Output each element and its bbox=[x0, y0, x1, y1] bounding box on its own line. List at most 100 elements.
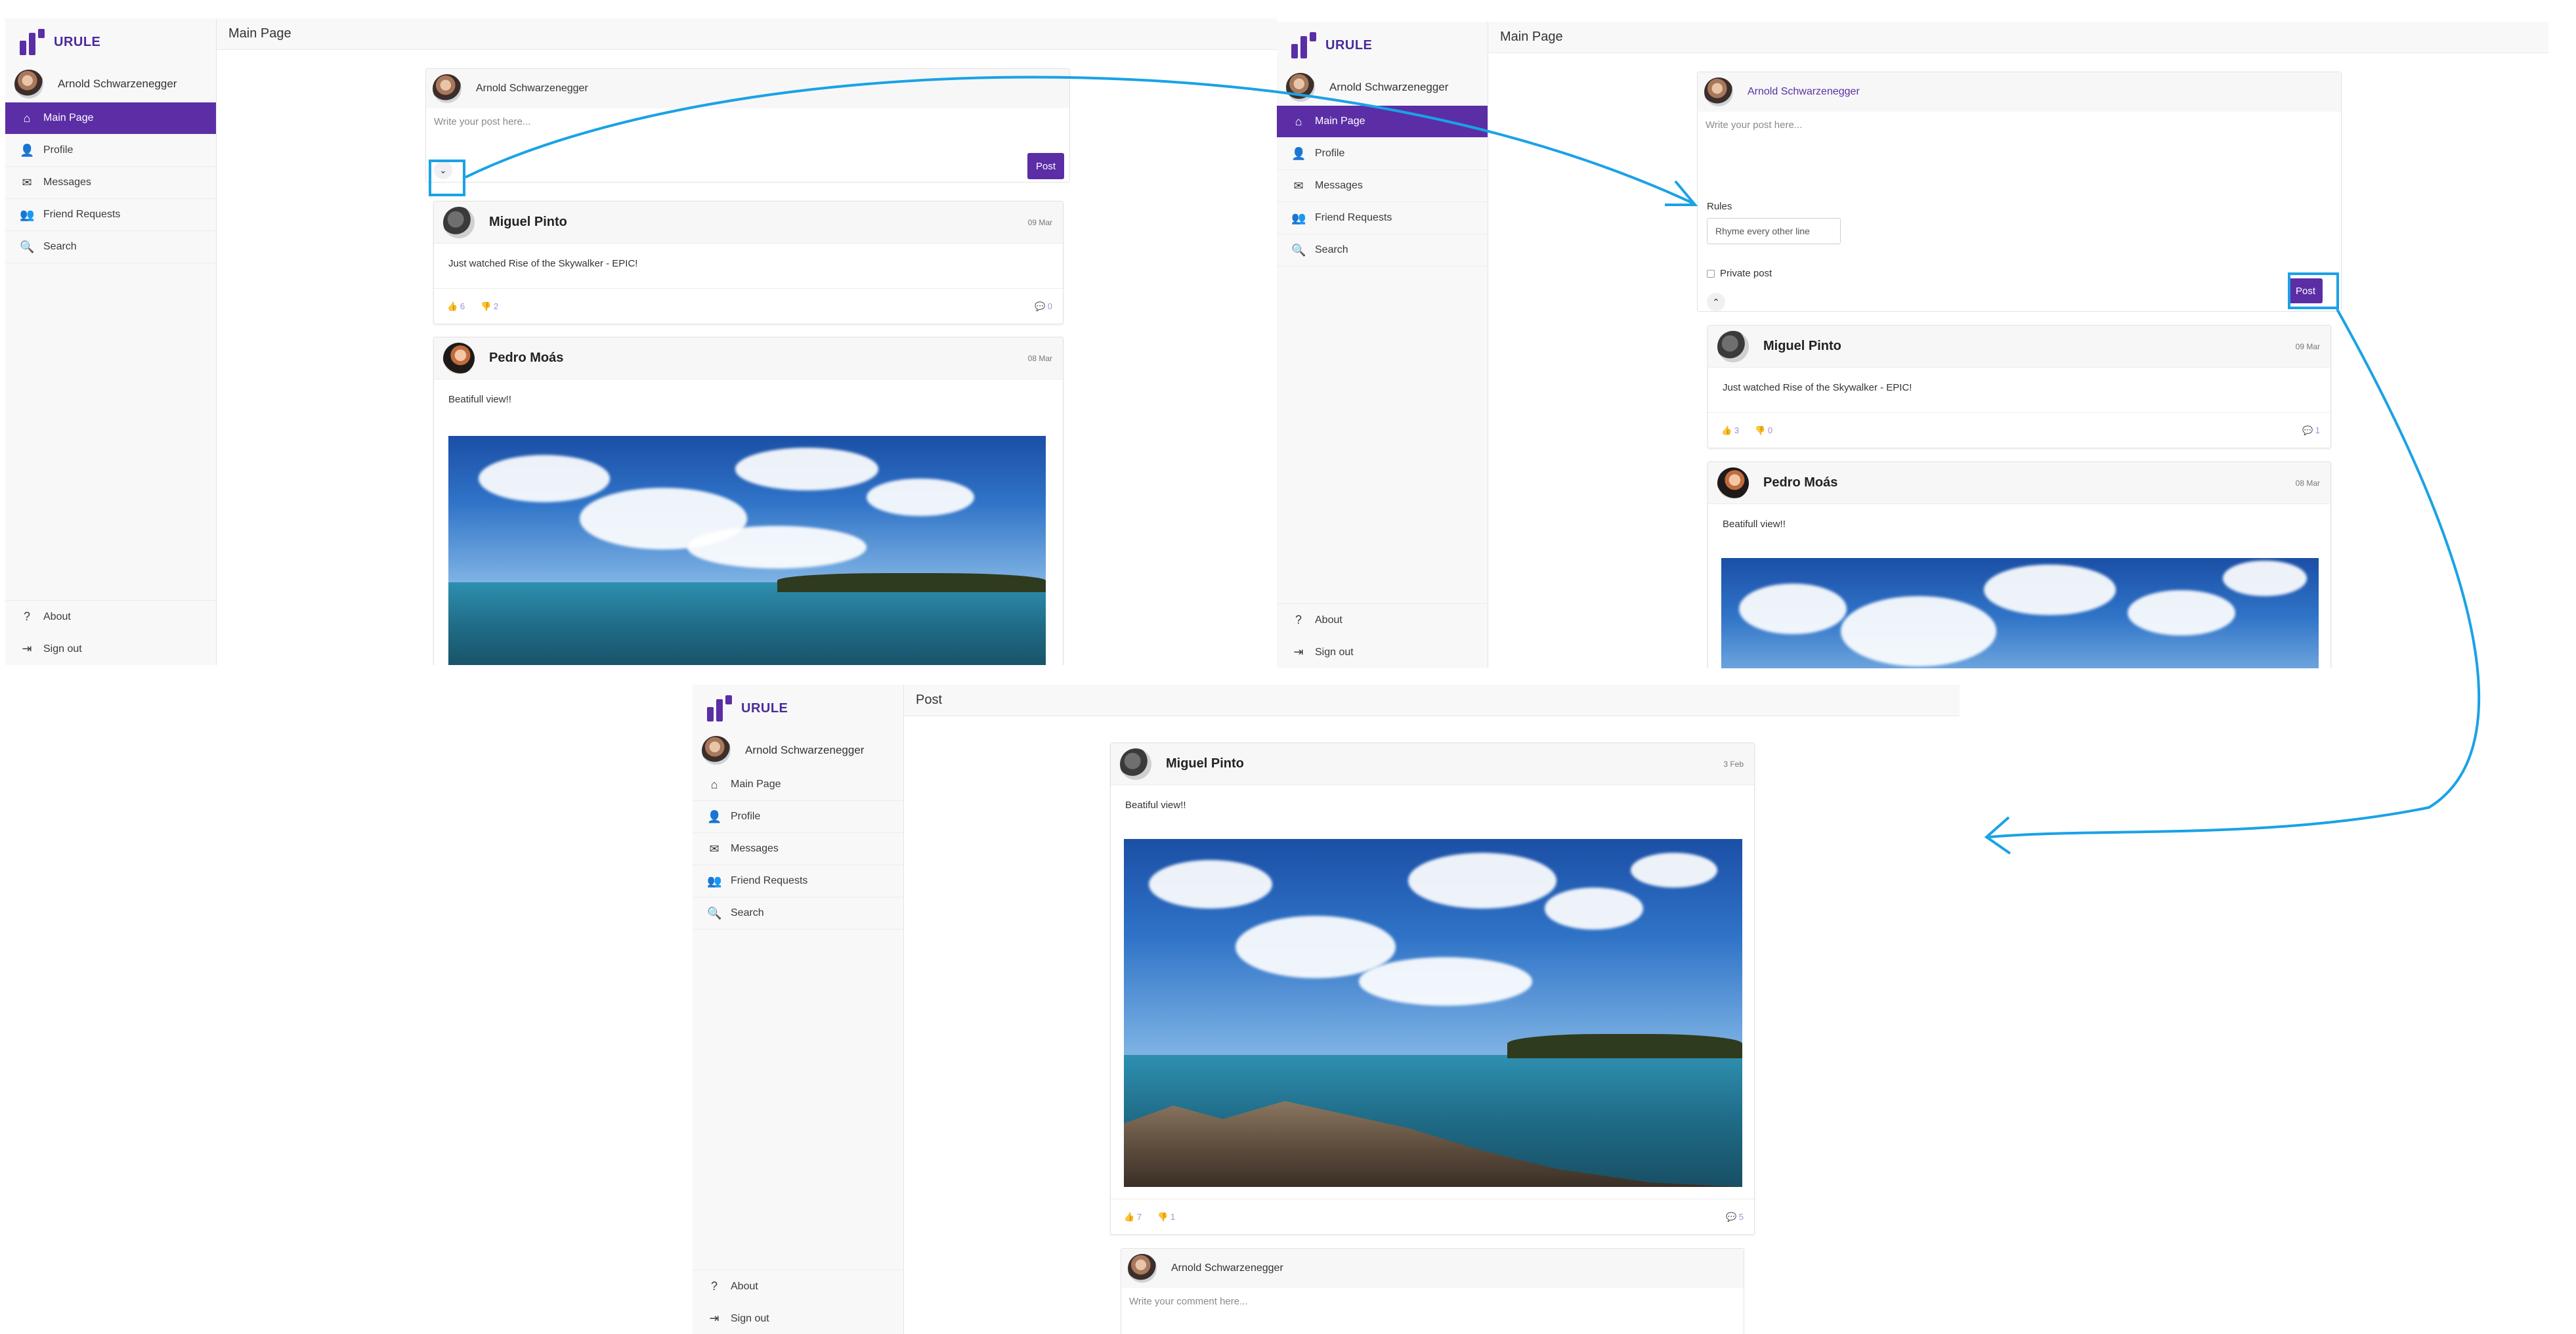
post-footer: 👍 6 👎 2 💬 0 bbox=[434, 288, 1063, 324]
avatar[interactable] bbox=[1120, 748, 1151, 780]
nav-item-profile[interactable]: 👤 Profile bbox=[693, 801, 903, 833]
brand[interactable]: URULE bbox=[1277, 22, 1488, 69]
nav-item-messages[interactable]: ✉ Messages bbox=[5, 167, 216, 199]
post-author[interactable]: Pedro Moás bbox=[489, 351, 1028, 366]
screenshot-main-page-expanded: URULE Arnold Schwarzenegger ⌂ Main Page 👤… bbox=[1277, 22, 2548, 668]
question-icon: ? bbox=[1295, 613, 1302, 626]
dislike-button[interactable]: 👎 2 bbox=[481, 301, 498, 312]
comment-input[interactable]: Write your comment here... bbox=[1121, 1288, 1744, 1315]
avatar[interactable] bbox=[443, 206, 475, 238]
composer-author: Arnold Schwarzenegger bbox=[1748, 86, 1860, 97]
comment-button[interactable]: 💬 5 bbox=[1726, 1212, 1744, 1222]
like-count: 7 bbox=[1136, 1211, 1142, 1222]
nav-bottom: ? About ⇥ Sign out bbox=[1277, 603, 1488, 668]
comment-button[interactable]: 💬 1 bbox=[2302, 425, 2320, 436]
nav-item-profile[interactable]: 👤 Profile bbox=[5, 135, 216, 167]
composer-header: Arnold Schwarzenegger bbox=[1698, 72, 2341, 112]
nav-item-search[interactable]: 🔍 Search bbox=[693, 897, 903, 930]
post-button[interactable]: Post bbox=[1027, 153, 1064, 179]
nav-label: Messages bbox=[1315, 180, 1363, 191]
post-image[interactable] bbox=[448, 436, 1046, 665]
current-user[interactable]: Arnold Schwarzenegger bbox=[1277, 69, 1488, 106]
private-post-checkbox[interactable] bbox=[1707, 269, 1715, 278]
home-icon: ⌂ bbox=[1295, 114, 1302, 128]
post-image[interactable] bbox=[1721, 558, 2319, 668]
user-icon: 👤 bbox=[20, 143, 35, 157]
annotation-box-post bbox=[2288, 272, 2339, 309]
nav-label: Sign out bbox=[731, 1312, 769, 1324]
post-image[interactable] bbox=[1124, 839, 1742, 1187]
nav-label: About bbox=[1315, 614, 1342, 626]
post-author[interactable]: Pedro Moás bbox=[1763, 475, 2296, 490]
nav-item-sign-out[interactable]: ⇥ Sign out bbox=[5, 633, 216, 665]
envelope-icon: ✉ bbox=[1293, 179, 1304, 192]
dislike-count: 0 bbox=[1767, 425, 1773, 435]
dislike-button[interactable]: 👎 1 bbox=[1157, 1212, 1175, 1222]
user-name: Arnold Schwarzenegger bbox=[1329, 81, 1449, 93]
nav-item-sign-out[interactable]: ⇥ Sign out bbox=[693, 1302, 903, 1334]
avatar[interactable] bbox=[1717, 467, 1749, 499]
collapse-chevron-icon[interactable]: ⌃ bbox=[1707, 293, 1725, 311]
sign-out-icon: ⇥ bbox=[1293, 645, 1304, 658]
nav-label: Search bbox=[731, 907, 764, 918]
nav-item-main-page[interactable]: ⌂ Main Page bbox=[1277, 106, 1488, 138]
dislike-count: 1 bbox=[1170, 1211, 1176, 1222]
user-name: Arnold Schwarzenegger bbox=[745, 744, 865, 756]
rules-input[interactable]: Rhyme every other line bbox=[1707, 218, 1841, 244]
nav-item-friend-requests[interactable]: 👥 Friend Requests bbox=[693, 865, 903, 897]
nav-item-sign-out[interactable]: ⇥ Sign out bbox=[1277, 636, 1488, 668]
post-date: 08 Mar bbox=[1027, 353, 1052, 363]
post-author[interactable]: Miguel Pinto bbox=[1166, 756, 1723, 771]
current-user[interactable]: Arnold Schwarzenegger bbox=[5, 66, 216, 102]
arrowhead bbox=[1984, 816, 2011, 855]
user-icon: 👤 bbox=[707, 809, 722, 823]
comment-author: Arnold Schwarzenegger bbox=[1171, 1262, 1283, 1274]
like-button[interactable]: 👍 3 bbox=[1721, 425, 1739, 436]
avatar bbox=[433, 74, 462, 103]
nav-item-about[interactable]: ? About bbox=[1277, 604, 1488, 636]
current-user[interactable]: Arnold Schwarzenegger bbox=[693, 732, 903, 769]
post-date: 09 Mar bbox=[1027, 217, 1052, 227]
nav-label: Profile bbox=[731, 811, 761, 822]
brand-name: URULE bbox=[1325, 37, 1373, 53]
post-header: Pedro Moás 08 Mar bbox=[1708, 462, 2330, 504]
nav-item-messages[interactable]: ✉ Messages bbox=[693, 833, 903, 865]
dislike-button[interactable]: 👎 0 bbox=[1755, 425, 1772, 436]
composer-header: Arnold Schwarzenegger bbox=[426, 69, 1069, 108]
avatar[interactable] bbox=[1717, 330, 1749, 362]
nav-item-search[interactable]: 🔍 Search bbox=[1277, 234, 1488, 267]
nav-item-main-page[interactable]: ⌂ Main Page bbox=[5, 102, 216, 135]
post-input[interactable]: Write your post here... bbox=[426, 108, 1069, 135]
brand[interactable]: URULE bbox=[5, 18, 216, 66]
avatar[interactable] bbox=[443, 342, 475, 374]
post-author[interactable]: Miguel Pinto bbox=[489, 215, 1028, 230]
nav-list: ⌂ Main Page 👤 Profile ✉ Messages 👥 Friend Re… bbox=[5, 102, 216, 263]
comment-button[interactable]: 💬 0 bbox=[1035, 301, 1052, 312]
nav-label: Friend Requests bbox=[1315, 212, 1392, 223]
comment-count: 0 bbox=[1047, 301, 1052, 311]
nav-label: Profile bbox=[43, 144, 74, 156]
nav-item-main-page[interactable]: ⌂ Main Page bbox=[693, 769, 903, 801]
nav-item-friend-requests[interactable]: 👥 Friend Requests bbox=[1277, 202, 1488, 234]
nav-item-friend-requests[interactable]: 👥 Friend Requests bbox=[5, 199, 216, 231]
nav-label: About bbox=[731, 1280, 758, 1292]
private-post-label: Private post bbox=[1720, 268, 1772, 279]
composer-author: Arnold Schwarzenegger bbox=[476, 83, 588, 94]
nav-item-about[interactable]: ? About bbox=[5, 601, 216, 633]
like-button[interactable]: 👍 6 bbox=[447, 301, 465, 312]
user-plus-icon: 👥 bbox=[707, 874, 722, 888]
nav-item-search[interactable]: 🔍 Search bbox=[5, 231, 216, 263]
brand[interactable]: URULE bbox=[693, 685, 903, 732]
private-post-toggle[interactable]: Private post bbox=[1707, 268, 1772, 279]
rules-label: Rules bbox=[1707, 201, 1732, 212]
nav-item-profile[interactable]: 👤 Profile bbox=[1277, 138, 1488, 170]
nav-label: Profile bbox=[1315, 148, 1345, 159]
like-button[interactable]: 👍 7 bbox=[1124, 1212, 1142, 1222]
nav-item-messages[interactable]: ✉ Messages bbox=[1277, 170, 1488, 202]
post-author[interactable]: Miguel Pinto bbox=[1763, 339, 2296, 354]
screenshot-post-page: URULE Arnold Schwarzenegger ⌂ Main Page 👤… bbox=[693, 685, 1960, 1334]
post-input[interactable]: Write your post here... bbox=[1698, 112, 2341, 139]
nav-item-about[interactable]: ? About bbox=[693, 1270, 903, 1302]
user-icon: 👤 bbox=[1291, 146, 1306, 160]
post-card: Pedro Moás 08 Mar Beatifull view!! bbox=[433, 337, 1063, 665]
